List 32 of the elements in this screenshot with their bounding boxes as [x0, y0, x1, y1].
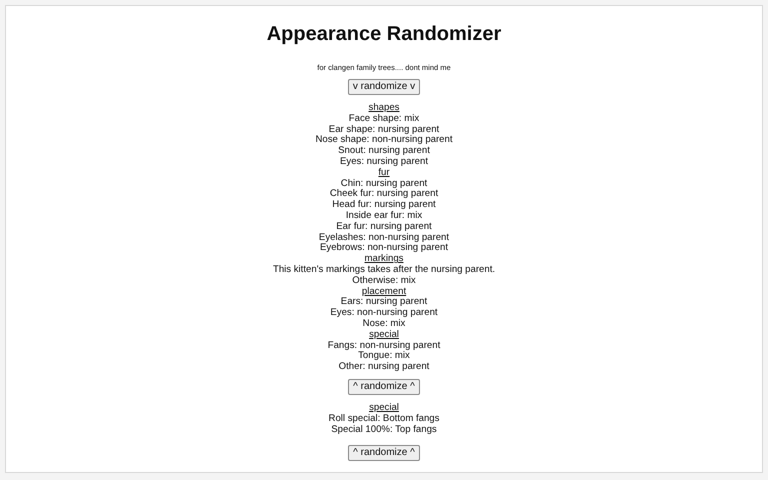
randomize-button[interactable]: ^ randomize ^ [348, 378, 420, 395]
result-line: Roll special: Bottom fangs [328, 414, 440, 425]
result-line: Ear shape: nursing parent [328, 124, 440, 135]
result-line: Eyes: non-nursing parent [330, 308, 438, 319]
result-line: Nose: mix [362, 318, 406, 330]
randomize-button[interactable]: v randomize v [348, 79, 420, 95]
result-line: Other: nursing parent [338, 362, 430, 373]
randomize-button[interactable]: ^ randomize ^ [348, 445, 420, 462]
result-line: Fangs: non-nursing parent [328, 340, 440, 351]
result-line: Special 100%: Top fangs [331, 424, 437, 436]
result-line: Otherwise: mix [352, 276, 416, 287]
result-line: Tongue: mix [358, 351, 410, 362]
result-line: Nose shape: non-nursing parent [315, 135, 453, 146]
result-line: Face shape: mix [348, 114, 420, 125]
section-heading: fur [378, 168, 390, 179]
result-line: Eyelashes: non-nursing parent [318, 232, 450, 243]
result-line: Ears: nursing parent [340, 297, 428, 308]
page-title: Appearance Randomizer [266, 22, 502, 46]
result-line: Head fur: nursing parent [332, 200, 436, 211]
result-line: Chin: nursing parent [340, 178, 428, 189]
section-heading: shapes [368, 103, 400, 114]
section-heading: special [369, 330, 399, 341]
result-line: Inside ear fur: mix [346, 210, 422, 222]
section-heading: markings [364, 254, 404, 265]
result-line: This kitten's markings takes after the nursing parent. [272, 264, 496, 276]
section-heading: special [369, 402, 399, 414]
result-line: Ear fur: nursing parent [336, 222, 432, 233]
result-line: Eyes: nursing parent [340, 156, 428, 168]
result-line: Snout: nursing parent [338, 146, 430, 157]
section-heading: placement [362, 286, 406, 297]
result-line: Eyebrows: non-nursing parent [320, 243, 448, 254]
result-line: Cheek fur: nursing parent [330, 189, 438, 200]
